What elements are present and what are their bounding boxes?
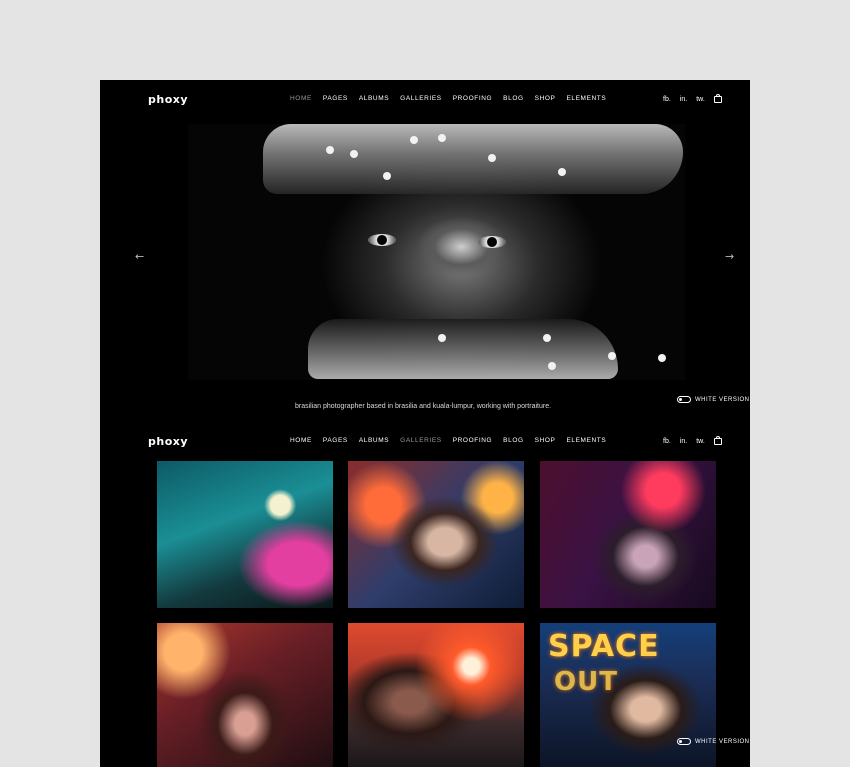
neon-sign-text: SPACE [548,629,660,664]
gallery-photo-bokeh-portrait[interactable] [348,461,524,608]
toggle-knob [679,740,682,743]
hero-paint-dot [326,146,334,154]
twitter-link[interactable]: tw. [696,96,705,103]
hero-paint-dot [350,150,358,158]
gallery-photo-neon-street[interactable] [157,623,333,767]
bag-icon[interactable] [713,436,722,445]
facebook-link[interactable]: fb. [663,438,671,445]
toggle-knob [679,398,682,401]
hero-paint-dot [410,136,418,144]
hero-image [188,124,685,380]
menu-item-pages[interactable]: PAGES [323,95,348,102]
menu-item-elements[interactable]: ELEMENTS [566,95,606,102]
gallery-photo-neon-window[interactable] [540,461,716,608]
hero-paint-dot [658,354,666,362]
menu-item-galleries[interactable]: GALLERIES [400,437,442,444]
toggle-switch-icon[interactable] [677,738,691,745]
hero-eye-left [368,234,396,246]
white-version-toggle[interactable]: WHITE VERSION [677,396,750,403]
linkedin-link[interactable]: in. [680,96,687,103]
neon-sign-text-2: OUT [554,667,618,697]
menu-item-blog[interactable]: BLOG [503,437,523,444]
hero-paint-dot [438,134,446,142]
gallery-navbar: phoxy HOME PAGES ALBUMS GALLERIES PROOFI… [100,435,750,455]
gallery-photo-sunset[interactable] [348,623,524,767]
menu-item-shop[interactable]: SHOP [535,437,556,444]
white-version-toggle[interactable]: WHITE VERSION [677,738,750,745]
gallery-photo-carousel[interactable] [157,461,333,608]
hero-paint-dot [488,154,496,162]
hero-hand-bottom [308,319,618,379]
menu-item-albums[interactable]: ALBUMS [359,437,389,444]
menu-item-pages[interactable]: PAGES [323,437,348,444]
facebook-link[interactable]: fb. [663,96,671,103]
menu-item-elements[interactable]: ELEMENTS [566,437,606,444]
menu-item-home[interactable]: HOME [290,95,312,102]
main-menu: HOME PAGES ALBUMS GALLERIES PROOFING BLO… [290,95,606,102]
social-links: fb. in. tw. [663,94,722,103]
hero-paint-dot [548,362,556,370]
top-navbar: phoxy HOME PAGES ALBUMS GALLERIES PROOFI… [100,93,750,113]
toggle-switch-icon[interactable] [677,396,691,403]
hero-eye-right [478,236,506,248]
menu-item-blog[interactable]: BLOG [503,95,523,102]
social-links: fb. in. tw. [663,436,722,445]
bag-icon[interactable] [713,94,722,103]
next-arrow-icon[interactable]: → [725,250,734,263]
menu-item-proofing[interactable]: PROOFING [453,95,492,102]
hero-hand-top [263,124,683,194]
toggle-label: WHITE VERSION [695,738,750,745]
gallery-photo-space-sign[interactable]: SPACE OUT [540,623,716,767]
hero-paint-dot [558,168,566,176]
main-menu: HOME PAGES ALBUMS GALLERIES PROOFING BLO… [290,437,606,444]
hero-paint-dot [543,334,551,342]
browser-frame: phoxy HOME PAGES ALBUMS GALLERIES PROOFI… [100,80,750,767]
toggle-label: WHITE VERSION [695,396,750,403]
prev-arrow-icon[interactable]: ← [135,250,144,263]
logo[interactable]: phoxy [148,435,188,448]
menu-item-home[interactable]: HOME [290,437,312,444]
hero-paint-dot [438,334,446,342]
hero-paint-dot [383,172,391,180]
menu-item-proofing[interactable]: PROOFING [453,437,492,444]
menu-item-shop[interactable]: SHOP [535,95,556,102]
logo[interactable]: phoxy [148,93,188,106]
menu-item-galleries[interactable]: GALLERIES [400,95,442,102]
menu-item-albums[interactable]: ALBUMS [359,95,389,102]
hero-caption: brasilian photographer based in brasilia… [295,403,552,410]
hero-paint-dot [608,352,616,360]
linkedin-link[interactable]: in. [680,438,687,445]
twitter-link[interactable]: tw. [696,438,705,445]
